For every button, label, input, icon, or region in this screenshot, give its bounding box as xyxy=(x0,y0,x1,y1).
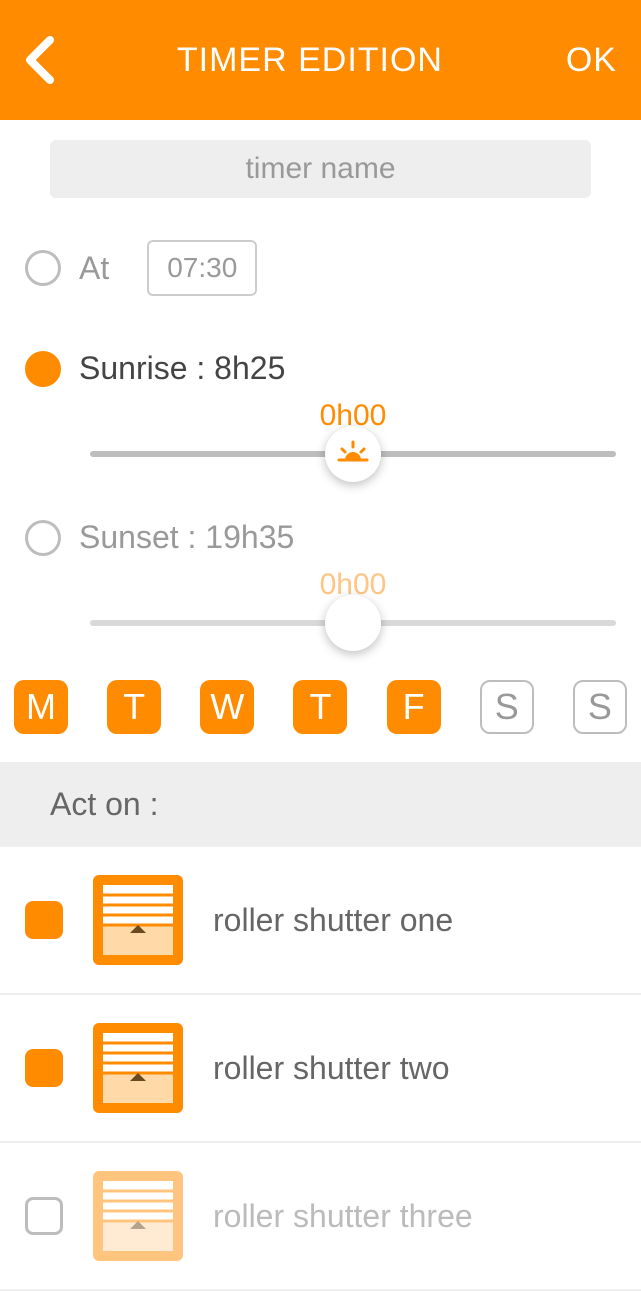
device-row[interactable]: roller shutter one xyxy=(0,847,641,995)
day-thu[interactable]: T xyxy=(293,680,347,734)
sunrise-icon xyxy=(335,436,371,472)
device-label: roller shutter three xyxy=(213,1198,473,1235)
page-title: TIMER EDITION xyxy=(177,41,443,80)
day-tue[interactable]: T xyxy=(107,680,161,734)
timer-name-input[interactable] xyxy=(50,140,591,198)
roller-shutter-icon xyxy=(93,875,183,965)
radio-sunrise[interactable] xyxy=(25,351,61,387)
option-at[interactable]: At 07:30 xyxy=(0,228,641,308)
device-label: roller shutter two xyxy=(213,1050,450,1087)
sunset-slider-thumb[interactable] xyxy=(325,595,381,651)
device-checkbox[interactable] xyxy=(25,1197,63,1235)
device-row[interactable]: roller shutter three xyxy=(0,1143,641,1291)
device-checkbox[interactable] xyxy=(25,1049,63,1087)
option-sunrise[interactable]: Sunrise : 8h25 xyxy=(0,338,641,399)
day-sat[interactable]: S xyxy=(480,680,534,734)
day-fri[interactable]: F xyxy=(387,680,441,734)
roller-shutter-icon xyxy=(93,1023,183,1113)
device-checkbox[interactable] xyxy=(25,901,63,939)
act-on-label: Act on : xyxy=(0,762,641,847)
sunrise-slider[interactable] xyxy=(90,451,616,457)
sunset-slider-block: 0h00 xyxy=(0,568,641,656)
option-sunset[interactable]: Sunset : 19h35 xyxy=(0,507,641,568)
day-wed[interactable]: W xyxy=(200,680,254,734)
sunset-slider[interactable] xyxy=(90,620,616,626)
sunrise-slider-block: 0h00 xyxy=(0,399,641,487)
roller-shutter-icon xyxy=(93,1171,183,1261)
option-sunset-label: Sunset : 19h35 xyxy=(79,519,294,556)
header: TIMER EDITION OK xyxy=(0,0,641,120)
day-mon[interactable]: M xyxy=(14,680,68,734)
device-row[interactable]: roller shutter two xyxy=(0,995,641,1143)
sunrise-slider-thumb[interactable] xyxy=(325,426,381,482)
radio-sunset[interactable] xyxy=(25,520,61,556)
device-label: roller shutter one xyxy=(213,902,453,939)
back-icon[interactable] xyxy=(24,36,54,84)
option-sunrise-label: Sunrise : 8h25 xyxy=(79,350,285,387)
radio-at[interactable] xyxy=(25,250,61,286)
days-row: M T W T F S S xyxy=(0,656,641,762)
time-input[interactable]: 07:30 xyxy=(147,240,257,296)
day-sun[interactable]: S xyxy=(573,680,627,734)
ok-button[interactable]: OK xyxy=(566,41,617,80)
moon-icon xyxy=(337,607,369,639)
option-at-label: At xyxy=(79,250,109,287)
